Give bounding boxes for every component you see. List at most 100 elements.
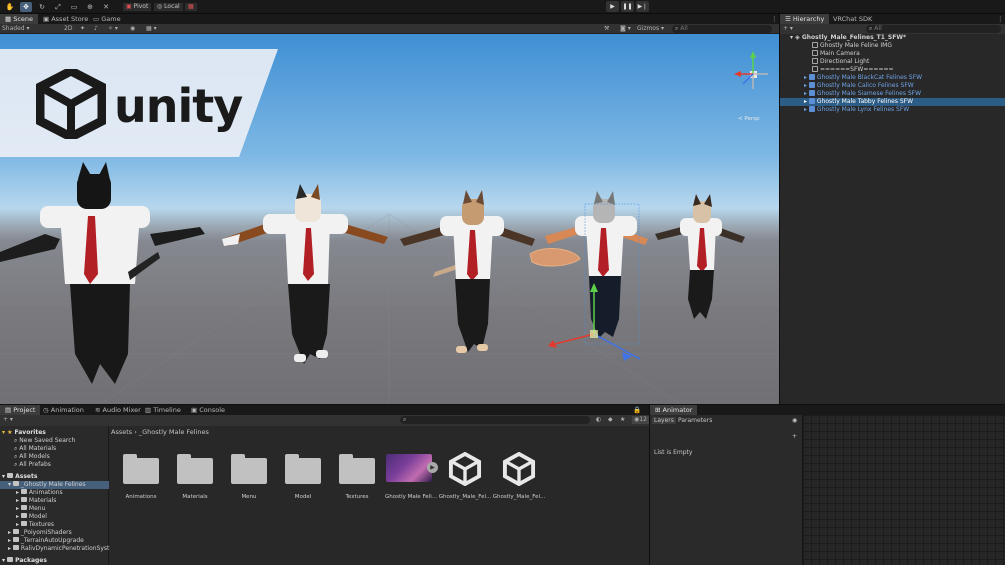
scene-root-row[interactable]: ▾ ◈ Ghostly_Male_Felines_T1_SFW* [780,34,1005,42]
breadcrumb[interactable]: Assets › _Ghostly Male Felines [111,428,209,436]
asset-label: Ghostly Male Feli... [385,494,437,500]
hierarchy-item-label: Ghostly Male Tabby Felines SFW [816,98,914,105]
tree-item[interactable]: ⌕ New Saved Search [0,437,109,445]
mode-2d-toggle[interactable]: 2D [64,25,72,33]
tree-item[interactable]: ▸ Animations [0,489,109,497]
blackcat-avatar[interactable] [0,162,205,384]
audio-icon[interactable]: ♪ [94,25,98,33]
hand-tool-icon[interactable]: ✋ [4,2,16,12]
step-button[interactable]: ▶❘ [636,1,649,12]
pivot-toggle[interactable]: ▣ Pivot [122,2,153,12]
animator-graph[interactable] [803,415,1005,565]
asset-item[interactable]: ▶ Ghostly Male Feli... [384,452,438,502]
tree-item[interactable]: ▸ Materials [0,497,109,505]
tree-item[interactable]: ▾ _Ghostly Male Felines [0,481,109,489]
tree-item[interactable]: ▸ Textures [0,521,109,529]
scene-orientation-gizmo[interactable] [734,51,768,89]
lynx-avatar[interactable] [655,194,745,319]
tab-game[interactable]: ▭ Game [88,14,126,24]
favorite-icon[interactable]: ★ [620,416,625,424]
tree-item[interactable]: ▸ _TerrainAutoUpgrade [0,537,109,545]
tab-animation[interactable]: ◷ Animation [38,405,89,415]
tab-project-label: Project [13,406,36,414]
tree-item[interactable]: ⌕ All Models [0,453,109,461]
scene-search-input[interactable]: ⌕ All [672,25,772,33]
siamese-avatar[interactable] [400,190,535,353]
create-button[interactable]: + ▾ [783,25,793,33]
tab-layers[interactable]: Layers [652,417,676,424]
asset-item[interactable]: Model [276,452,330,502]
hierarchy-item[interactable]: ▸ Ghostly Male BlackCat Felines SFW [780,74,1005,82]
project-create-button[interactable]: + ▾ [3,416,13,424]
tab-vrchat-sdk[interactable]: VRChat SDK [828,14,877,24]
filter-type-icon[interactable]: ◐ [596,416,601,424]
tree-item[interactable]: ▸ Menu [0,505,109,513]
grid-snap-button[interactable]: ▦ [184,2,198,12]
tab-asset-store[interactable]: ▣ Asset Store [38,14,93,24]
filter-label-icon[interactable]: ◆ [608,416,613,424]
hierarchy-item[interactable]: Ghostly Male Feline IMG [780,42,1005,50]
gizmos-dropdown[interactable]: Gizmos ▾ [637,25,664,33]
lighting-icon[interactable]: ✦ [80,25,85,33]
tree-item[interactable]: ▾ Assets [0,473,109,481]
scene-viewport[interactable]: unity ≺ Persp [0,34,779,404]
tabby-avatar[interactable] [529,191,648,361]
calico-avatar[interactable] [222,184,388,364]
hierarchy-item[interactable]: Directional Light [780,58,1005,66]
scale-tool-icon[interactable]: ⤢ [52,2,64,12]
hidden-objects-icon[interactable]: ◉ [130,25,135,33]
shading-dropdown[interactable]: Shaded ▾ [2,25,30,33]
play-button[interactable]: ▶ [606,1,619,12]
tree-item[interactable]: ▸ _PoiyomiShaders [0,529,109,537]
asset-item[interactable]: Ghostly_Male_Fel... [492,452,546,502]
hierarchy-item[interactable]: ======SFW====== [780,66,1005,74]
custom-tool-icon[interactable]: ✕ [100,2,112,12]
asset-item[interactable]: Textures [330,452,384,502]
hierarchy-item[interactable]: Main Camera [780,50,1005,58]
local-toggle[interactable]: ◎ Local [153,2,184,12]
hierarchy-menu-icon[interactable]: ⋮ [992,14,1005,24]
tree-item[interactable]: ▾ ★ Favorites [0,429,109,437]
preview-play-icon[interactable]: ▶ [427,462,438,473]
hierarchy-search-input[interactable]: ⌕ All [866,25,1001,33]
tab-parameters[interactable]: Parameters [676,417,714,424]
tools-icon[interactable]: ⚒ [604,25,609,33]
tab-timeline[interactable]: ▥ Timeline [140,405,186,415]
add-layer-button[interactable]: + [790,433,799,440]
hierarchy-item[interactable]: ▸ Ghostly Male Calico Felines SFW [780,82,1005,90]
persp-label[interactable]: ≺ Persp [738,116,759,122]
hierarchy-item[interactable]: ▸ Ghostly Male Siamese Felines SFW [780,90,1005,98]
hidden-packages-counter[interactable]: ◉12 [632,416,649,424]
asset-item[interactable]: Ghostly_Male_Fel... [438,452,492,502]
lock-icon[interactable]: 🔒 [628,405,646,415]
tab-project[interactable]: ▤ Project [0,405,41,415]
tab-hierarchy[interactable]: ☰ Hierarchy [780,14,830,24]
tree-item[interactable]: ⌕ All Prefabs [0,461,109,469]
grid-icon[interactable]: ▦ ▾ [146,25,157,33]
move-tool-icon[interactable]: ✥ [20,2,32,12]
tab-scene[interactable]: ▦ Scene [0,14,39,24]
hierarchy-item[interactable]: ▸ Ghostly Male Tabby Felines SFW [780,98,1005,106]
camera-icon[interactable]: ◙ ▾ [620,25,631,33]
asset-item[interactable]: Animations [114,452,168,502]
scene-options-bar: Shaded ▾ 2D ✦ ♪ ✧ ▾ ◉ ▦ ▾ ⚒ ◙ ▾ Gizmos ▾… [0,24,779,34]
tab-console[interactable]: ▣ Console [186,405,230,415]
asset-item[interactable]: Menu [222,452,276,502]
tab-animator[interactable]: ⊞ Animator [650,405,698,415]
hierarchy-item[interactable]: ▸ Ghostly Male Lynx Felines SFW [780,106,1005,114]
empty-list-text: List is Empty [654,449,693,456]
transform-tool-icon[interactable]: ⊕ [84,2,96,12]
tree-item[interactable]: ▸ Model [0,513,109,521]
tree-item[interactable]: ▾ Packages [0,557,109,565]
pause-button[interactable]: ❚❚ [621,1,634,12]
effects-icon[interactable]: ✧ ▾ [108,25,118,33]
rotate-tool-icon[interactable]: ↻ [36,2,48,12]
tree-item[interactable]: ▸ RalivDynamicPenetrationSyst [0,545,109,553]
rect-tool-icon[interactable]: ▭ [68,2,80,12]
visibility-eye-icon[interactable]: ◉ [790,417,799,424]
tree-item[interactable]: ⌕ All Materials [0,445,109,453]
prefab-icon [808,82,815,88]
project-search-input[interactable]: ⌕ [400,416,590,424]
asset-item[interactable]: Materials [168,452,222,502]
tab-audio-mixer[interactable]: ≋ Audio Mixer [90,405,146,415]
